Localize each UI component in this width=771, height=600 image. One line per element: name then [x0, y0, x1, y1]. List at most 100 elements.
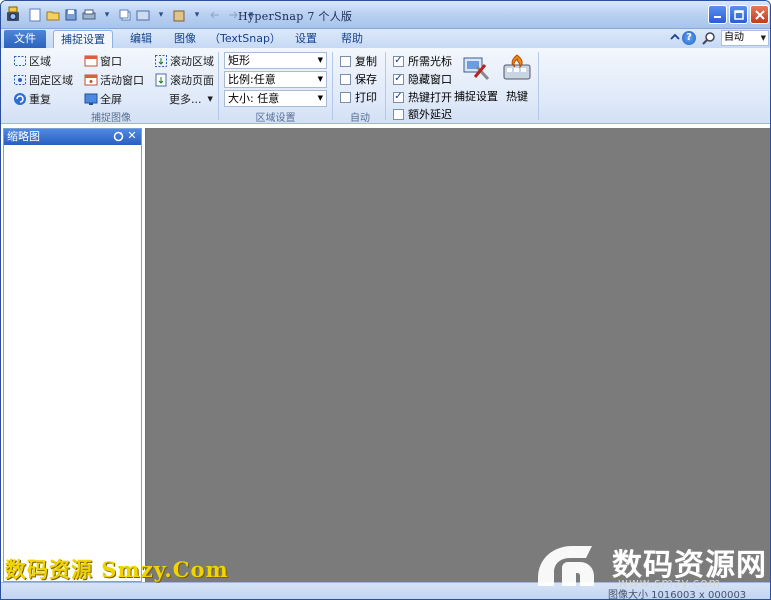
paste-dropdown-chevron-icon[interactable]: ▾ — [189, 7, 205, 23]
size-combo[interactable]: 大小: 任意 ▼ — [224, 90, 327, 107]
capture-settings-icon — [463, 57, 490, 81]
cursor-checkbox[interactable]: ✓ 所需光标 — [393, 53, 452, 69]
tab-settings[interactable]: 设置 — [288, 30, 324, 48]
refresh-icon[interactable] — [113, 131, 124, 142]
save-icon[interactable] — [63, 7, 79, 23]
capture-settings-button[interactable]: 捕捉设置 — [453, 53, 499, 103]
watermark-right-url: www.smzy.com — [618, 576, 722, 590]
thumbnail-panel: 缩略图 ✕ — [3, 128, 142, 582]
scroll-page-icon — [155, 73, 167, 86]
repeat-icon — [14, 92, 26, 105]
checkmark-icon: ✓ — [393, 91, 404, 103]
auto-print-checkbox[interactable]: 打印 — [340, 89, 377, 105]
scroll-region-label: 滚动区域 — [170, 54, 214, 68]
watermark-left: 数码资源 Smzy.Com — [5, 557, 229, 582]
window-capture-button[interactable]: 窗口 — [84, 52, 122, 69]
hide-window-label: 隐藏窗口 — [408, 73, 452, 86]
fullscreen-icon — [84, 93, 98, 105]
more-button[interactable]: 更多... ▼ — [169, 90, 213, 107]
capture-icon[interactable] — [135, 7, 151, 23]
tab-textsnap[interactable]: （TextSnap） — [209, 30, 281, 48]
hypersnap-app-icon[interactable] — [5, 6, 21, 23]
repeat-label: 重复 — [29, 92, 51, 106]
search-icon[interactable] — [702, 31, 716, 45]
thumbnail-panel-title: 缩略图 — [7, 130, 40, 143]
hotkeys-on-checkbox[interactable]: ✓ 热键打开 — [393, 89, 452, 105]
checkbox-box — [340, 73, 351, 85]
close-button[interactable] — [750, 5, 769, 24]
capture-dropdown-chevron-icon[interactable]: ▾ — [153, 7, 169, 23]
mode-select[interactable]: 自动 ▼ — [721, 30, 769, 46]
thumbnail-panel-header: 缩略图 ✕ — [4, 129, 141, 145]
open-folder-icon[interactable] — [45, 7, 61, 23]
region-group-label: 区域设置 — [255, 113, 296, 124]
hotkeys-label: 热键 — [506, 90, 528, 103]
auto-save-checkbox[interactable]: 保存 — [340, 71, 377, 87]
ribbon-tab-row: 文件 捕捉设置 编辑 图像 （TextSnap） 设置 帮助 — [1, 29, 770, 48]
cursor-label: 所需光标 — [408, 55, 452, 68]
chevron-down-icon: ▼ — [317, 56, 323, 64]
group-divider — [218, 52, 219, 120]
app-window: ▾ ▾ ▾ ▾ HyperSnap 7 个人版 文件 捕捉设置 编辑 图像 （T… — [0, 0, 771, 600]
fullscreen-button[interactable]: 全屏 — [84, 90, 122, 107]
auto-group-label: 自动 — [350, 113, 370, 124]
title-bar: ▾ ▾ ▾ ▾ HyperSnap 7 个人版 — [1, 1, 770, 29]
ratio-combo[interactable]: 比例:任意 ▼ — [224, 71, 327, 88]
auto-copy-label: 复制 — [355, 55, 377, 68]
image-canvas[interactable] — [145, 128, 770, 582]
group-divider — [385, 52, 386, 120]
fixed-region-button[interactable]: 固定区域 — [13, 71, 73, 88]
mode-select-value: 自动 — [724, 32, 744, 43]
tab-edit[interactable]: 编辑 — [124, 30, 158, 48]
ratio-value: 比例:任意 — [228, 73, 276, 86]
chevron-down-icon: ▼ — [760, 34, 766, 42]
active-window-button[interactable]: 活动窗口 — [84, 71, 144, 88]
scroll-region-button[interactable]: 滚动区域 — [154, 52, 214, 69]
quick-access-toolbar: ▾ ▾ ▾ ▾ — [27, 7, 259, 23]
extra-delay-label: 额外延迟 — [408, 108, 452, 121]
panel-close-icon[interactable]: ✕ — [126, 130, 138, 142]
ribbon: 区域 固定区域 重复 窗口 活动窗口 全屏 滚动区域 滚动页面 更多... ▼ … — [1, 48, 770, 124]
shape-combo[interactable]: 矩形 ▼ — [224, 52, 327, 69]
hotkeys-icon — [503, 54, 531, 80]
more-dropdown-chevron-icon: ▼ — [207, 94, 213, 103]
scroll-page-button[interactable]: 滚动页面 — [154, 71, 214, 88]
active-window-icon — [84, 74, 98, 85]
chevron-down-icon: ▼ — [317, 94, 323, 102]
help-icon[interactable]: ? — [682, 31, 696, 45]
capture-group-label: 捕捉图像 — [91, 113, 131, 124]
region-label: 区域 — [29, 54, 51, 68]
paste-icon[interactable] — [171, 7, 187, 23]
tab-image[interactable]: 图像 — [168, 30, 202, 48]
maximize-button[interactable] — [729, 5, 748, 24]
undo-icon[interactable] — [207, 7, 223, 23]
size-value: 大小: 任意 — [228, 92, 280, 105]
print-dropdown-chevron-icon[interactable]: ▾ — [99, 7, 115, 23]
window-controls — [708, 5, 769, 24]
hotkeys-button[interactable]: 热键 — [502, 53, 532, 103]
print-icon[interactable] — [81, 7, 97, 23]
hide-window-checkbox[interactable]: ✓ 隐藏窗口 — [393, 71, 452, 87]
watermark-logo-icon — [538, 546, 594, 586]
more-label: 更多... — [169, 92, 202, 106]
repeat-button[interactable]: 重复 — [13, 90, 51, 107]
tab-file[interactable]: 文件 — [4, 30, 46, 48]
scroll-region-icon — [155, 54, 167, 67]
extra-delay-checkbox[interactable]: 额外延迟 — [393, 106, 452, 122]
new-file-icon[interactable] — [27, 7, 43, 23]
copy-icon[interactable] — [117, 7, 133, 23]
hotkeys-on-label: 热键打开 — [408, 91, 452, 104]
tab-help[interactable]: 帮助 — [334, 30, 370, 48]
auto-copy-checkbox[interactable]: 复制 — [340, 53, 377, 69]
tab-capture-settings[interactable]: 捕捉设置 — [53, 30, 113, 48]
window-icon — [84, 55, 98, 66]
region-icon — [14, 55, 26, 66]
region-capture-button[interactable]: 区域 — [13, 52, 51, 69]
minimize-ribbon-chevron-icon[interactable] — [670, 32, 680, 42]
window-title: HyperSnap 7 个人版 — [238, 10, 353, 23]
minimize-button[interactable] — [708, 5, 727, 24]
scroll-page-label: 滚动页面 — [170, 73, 214, 87]
watermark-right: 数码资源网 www.smzy.com — [532, 536, 768, 598]
checkbox-box — [340, 91, 351, 103]
checkmark-icon: ✓ — [393, 73, 404, 85]
